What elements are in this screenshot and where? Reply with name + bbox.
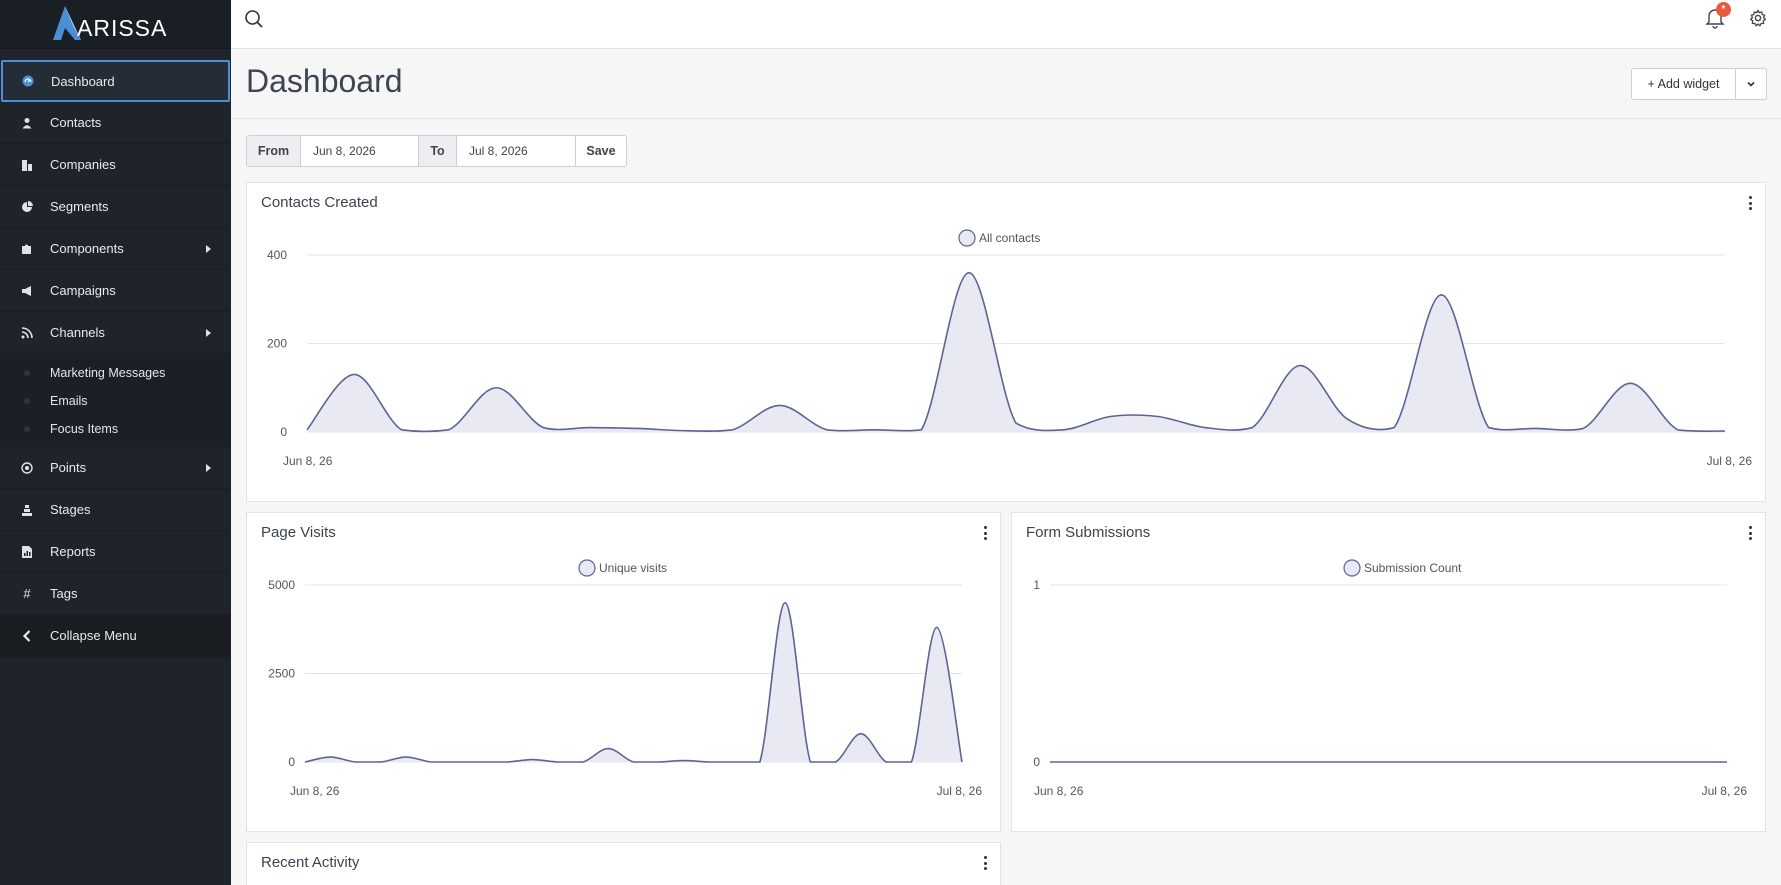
- sidebar-item-channels[interactable]: Channels: [0, 312, 231, 354]
- y-tick-label: 400: [267, 248, 287, 262]
- search-icon[interactable]: [244, 9, 264, 34]
- svg-text:ARISSA: ARISSA: [77, 15, 167, 41]
- x-tick-label: Jun 8, 26: [1034, 784, 1084, 798]
- user-icon: [21, 117, 33, 129]
- gear-icon[interactable]: [1749, 9, 1767, 32]
- sidebar-item-contacts[interactable]: Contacts: [0, 102, 231, 144]
- page-visits-widget: Page Visits 0 2500 5000 Unique visits Jun 8,…: [246, 512, 1001, 832]
- y-tick-label: 200: [267, 337, 287, 351]
- sidebar-item-reports[interactable]: Reports: [0, 531, 231, 573]
- sidebar-item-label: Channels: [50, 325, 105, 340]
- megaphone-icon: [21, 285, 33, 297]
- add-widget-dropdown-button[interactable]: [1736, 68, 1767, 100]
- logo-icon: ARISSA: [52, 6, 167, 41]
- stages-icon: [21, 504, 33, 516]
- x-tick-label: Jul 8, 26: [1702, 784, 1748, 798]
- sidebar-subitem-focus-items[interactable]: Focus Items: [0, 415, 231, 443]
- pie-icon: [21, 200, 33, 213]
- sidebar-item-campaigns[interactable]: Campaigns: [0, 270, 231, 312]
- chevron-left-icon: [21, 629, 33, 642]
- form-submissions-widget: Form Submissions 0 1 Submission Count Jun 8…: [1011, 512, 1766, 832]
- y-tick-label: 0: [1033, 755, 1040, 769]
- widget-title: Recent Activity: [261, 854, 360, 871]
- sidebar-item-label: Companies: [50, 157, 116, 172]
- recent-activity-widget: Recent Activity: [246, 842, 1001, 885]
- legend-swatch: [958, 229, 976, 247]
- collapse-menu-button[interactable]: Collapse Menu: [0, 615, 231, 657]
- sidebar-item-components[interactable]: Components: [0, 228, 231, 270]
- sidebar-item-segments[interactable]: Segments: [0, 186, 231, 228]
- x-tick-label: Jun 8, 26: [290, 784, 340, 798]
- sidebar-item-label: Reports: [50, 544, 96, 559]
- contacts-created-widget: Contacts Created 0 200 400 All contacts Jun …: [246, 182, 1766, 502]
- sidebar-nav-lower: Points Stages Reports # Tags Collapse Me…: [0, 447, 231, 657]
- sidebar-item-tags[interactable]: # Tags: [0, 573, 231, 615]
- notification-badge: *: [1716, 2, 1731, 17]
- legend-swatch: [578, 559, 596, 577]
- x-tick-label: Jun 8, 26: [283, 454, 333, 468]
- topbar: *: [231, 0, 1781, 49]
- channels-submenu: Marketing Messages Emails Focus Items: [0, 354, 231, 447]
- widget-button-group: + Add widget: [1631, 68, 1767, 100]
- legend-label: Submission Count: [1364, 561, 1462, 575]
- page-visits-chart: 0 2500 5000 Unique visits Jun 8, 26 Jul 8, 26: [268, 559, 983, 798]
- sidebar-item-points[interactable]: Points: [0, 447, 231, 489]
- caret-right-icon: [206, 463, 211, 472]
- sidebar-item-label: Collapse Menu: [50, 628, 137, 643]
- dashboard-icon: [22, 75, 34, 87]
- sidebar-item-label: Contacts: [50, 115, 102, 130]
- caret-right-icon: [206, 244, 211, 253]
- save-date-button[interactable]: Save: [576, 135, 627, 167]
- sidebar-item-companies[interactable]: Companies: [0, 144, 231, 186]
- sidebar-item-label: Tags: [50, 586, 78, 601]
- y-tick-label: 1: [1033, 578, 1040, 592]
- sidebar-item-label: Stages: [50, 502, 91, 517]
- x-tick-label: Jul 8, 26: [937, 784, 983, 798]
- widget-menu-icon[interactable]: [984, 856, 988, 870]
- from-date-input[interactable]: Jun 8, 2026: [301, 135, 419, 167]
- sidebar-nav: Dashboard Contacts Companies Segments Co…: [0, 49, 231, 354]
- report-icon: [21, 545, 33, 558]
- rss-icon: [21, 326, 33, 339]
- sidebar-item-label: Campaigns: [50, 283, 116, 298]
- from-label: From: [246, 135, 301, 167]
- x-tick-label: Jul 8, 26: [1707, 454, 1753, 468]
- y-tick-label: 0: [280, 425, 287, 439]
- sidebar-item-label: Dashboard: [51, 73, 115, 89]
- series-area: [305, 602, 962, 762]
- contacts-created-chart: 0 200 400 All contacts Jun 8, 26 Jul 8, 26: [267, 229, 1753, 468]
- chevron-down-icon: [1747, 81, 1755, 87]
- caret-right-icon: [206, 328, 211, 337]
- legend-label: All contacts: [979, 231, 1040, 245]
- puzzle-icon: [21, 243, 33, 255]
- sidebar: ARISSA Dashboard Contacts Companies Segm…: [0, 0, 231, 885]
- add-widget-button[interactable]: + Add widget: [1631, 68, 1736, 100]
- page-title: Dashboard: [246, 63, 403, 99]
- page-header: Dashboard + Add widget: [231, 49, 1781, 119]
- sidebar-item-stages[interactable]: Stages: [0, 489, 231, 531]
- legend-swatch: [1343, 559, 1361, 577]
- sidebar-item-dashboard[interactable]: Dashboard: [1, 60, 230, 102]
- brand-logo[interactable]: ARISSA: [0, 0, 231, 49]
- form-submissions-chart: 0 1 Submission Count Jun 8, 26 Jul 8, 26: [1033, 559, 1748, 798]
- series-area: [307, 272, 1725, 432]
- target-icon: [21, 461, 33, 474]
- date-range-filter: From Jun 8, 2026 To Jul 8, 2026 Save: [246, 135, 627, 167]
- y-tick-label: 2500: [268, 667, 295, 681]
- sidebar-item-label: Points: [50, 460, 87, 475]
- to-label: To: [419, 135, 457, 167]
- sidebar-item-label: Components: [50, 241, 124, 256]
- legend-label: Unique visits: [599, 561, 667, 575]
- sidebar-item-label: Segments: [50, 199, 109, 214]
- sidebar-subitem-marketing-messages[interactable]: Marketing Messages: [0, 359, 231, 387]
- hash-icon: #: [23, 586, 31, 601]
- building-icon: [21, 159, 33, 171]
- sidebar-subitem-emails[interactable]: Emails: [0, 387, 231, 415]
- to-date-input[interactable]: Jul 8, 2026: [457, 135, 576, 167]
- y-tick-label: 5000: [268, 578, 295, 592]
- y-tick-label: 0: [288, 755, 295, 769]
